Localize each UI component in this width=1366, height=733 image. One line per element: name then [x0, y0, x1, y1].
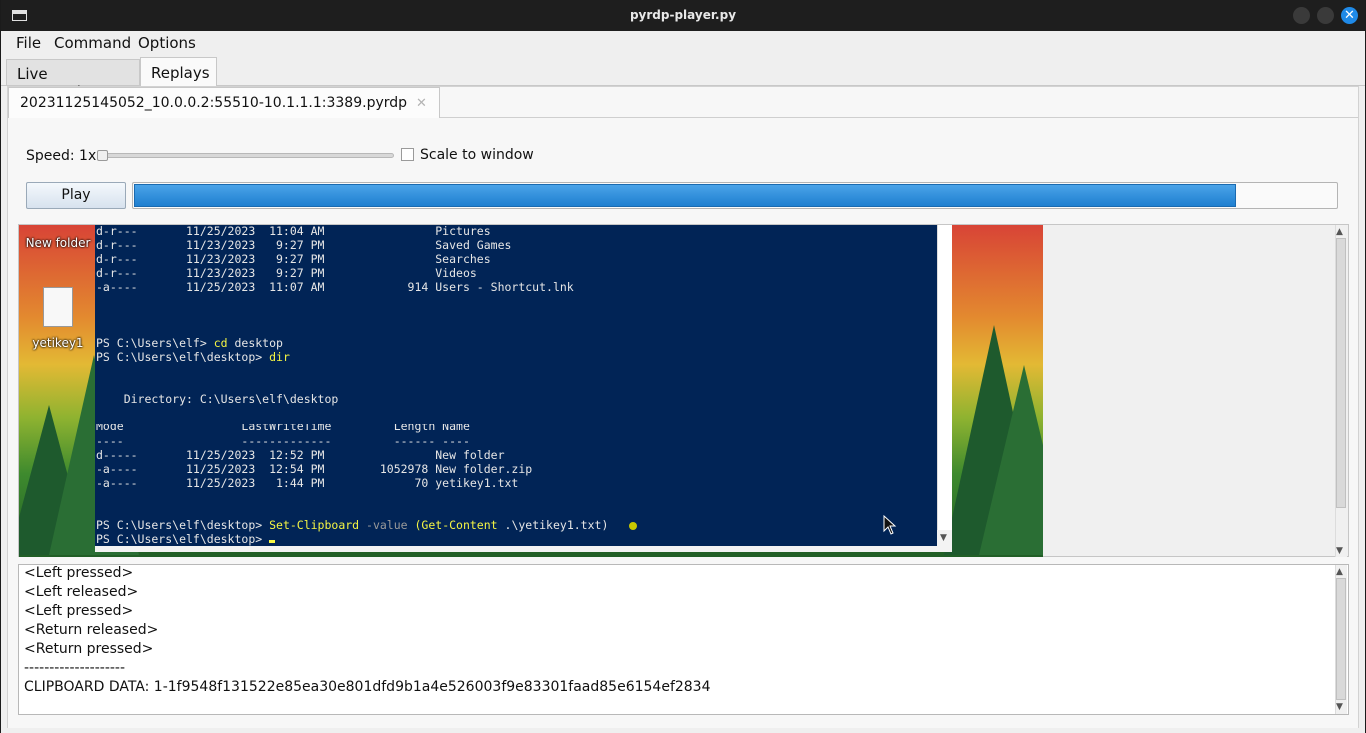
text-cursor — [269, 540, 276, 543]
replay-file-name: 20231125145052_10.0.0.2:55510-10.1.1.1:3… — [20, 95, 408, 111]
terminal-line: ---- ------------- ------ ---- — [96, 434, 470, 448]
replay-progress-fill — [134, 184, 1236, 207]
replay-progress-bar[interactable] — [132, 182, 1338, 209]
title-bar[interactable]: pyrdp-player.py ✕ — [1, 0, 1365, 31]
desktop-icon-label: yetikey1 — [32, 336, 84, 350]
terminal-line: Directory: C:\Users\elf\desktop — [96, 392, 339, 406]
arrow-up-icon[interactable]: ▲ — [1336, 227, 1343, 237]
log-line: <Left released> — [24, 584, 139, 600]
log-line: <Return pressed> — [24, 641, 154, 657]
terminal-line: d-r--- 11/23/2023 9:27 PM Saved Games — [96, 238, 512, 252]
desktop-icon-new-folder[interactable]: New folder — [23, 236, 93, 250]
arrow-down-icon[interactable]: ▼ — [1336, 546, 1343, 556]
mouse-pointer-icon — [883, 515, 897, 535]
main-tab-bar: Live connections Replays — [1, 54, 1365, 101]
viewer-scroll-thumb[interactable] — [1336, 238, 1346, 508]
desktop-icon-yetikey1[interactable]: yetikey1 — [23, 336, 93, 350]
scale-to-window-checkbox[interactable] — [401, 148, 414, 161]
arrow-up-icon[interactable]: ▲ — [1336, 567, 1343, 577]
terminal-line: d-r--- 11/25/2023 11:04 AM Pictures — [96, 225, 491, 238]
menu-file[interactable]: File — [16, 34, 41, 52]
text-file-icon — [43, 287, 73, 327]
terminal-line: -a---- 11/25/2023 1:44 PM 70 yetikey1.tx… — [96, 476, 519, 490]
close-button[interactable]: ✕ — [1341, 7, 1358, 24]
event-log[interactable]: <Left pressed> <Left released> <Left pre… — [18, 564, 1349, 715]
minimize-button[interactable] — [1293, 7, 1310, 24]
terminal-line: PS C:\Users\elf\desktop> Set-Clipboard -… — [96, 518, 638, 532]
terminal-line: PS C:\Users\elf\desktop> dir — [96, 350, 290, 364]
menu-command[interactable]: Command — [54, 34, 131, 52]
terminal-line: -a---- 11/25/2023 11:07 AM 914 Users - S… — [96, 280, 574, 294]
clipboard-data-line: CLIPBOARD DATA: 1-1f9548f131522e85ea30e8… — [24, 679, 711, 695]
speed-label: Speed: 1x — [26, 148, 97, 164]
tab-live-connections[interactable]: Live connections — [6, 59, 140, 101]
menu-bar: File Command Options — [1, 31, 1365, 54]
arrow-down-icon[interactable]: ▼ — [940, 533, 947, 543]
speed-slider-handle[interactable] — [97, 150, 108, 161]
log-scroll-thumb[interactable] — [1336, 578, 1346, 700]
speed-slider[interactable] — [98, 153, 394, 158]
cursor-highlight-icon — [629, 521, 638, 530]
log-separator: -------------------- — [24, 660, 126, 676]
play-button[interactable]: Play — [26, 182, 126, 209]
close-icon: ✕ — [1344, 8, 1355, 23]
terminal-line: PS C:\Users\elf\desktop> — [96, 532, 276, 546]
scale-to-window-label: Scale to window — [420, 147, 534, 163]
terminal-line: d-r--- 11/23/2023 9:27 PM Searches — [96, 252, 491, 266]
window-title: pyrdp-player.py — [629, 8, 737, 22]
terminal-line: -a---- 11/25/2023 12:54 PM 1052978 New f… — [96, 462, 533, 476]
arrow-down-icon[interactable]: ▼ — [1336, 702, 1343, 712]
terminal-scroll-thumb[interactable] — [937, 225, 952, 530]
tab-replay-file[interactable]: 20231125145052_10.0.0.2:55510-10.1.1.1:3… — [8, 87, 440, 118]
log-line: <Left pressed> — [24, 603, 134, 619]
maximize-button[interactable] — [1317, 7, 1334, 24]
log-line: <Return released> — [24, 622, 159, 638]
tab-replays[interactable]: Replays — [140, 57, 217, 86]
terminal-bottom-border — [95, 546, 952, 552]
terminal-line: Mode LastWriteTime Length Name — [96, 419, 470, 433]
desktop-icon-label: New folder — [25, 236, 91, 250]
powershell-terminal[interactable]: d-r--- 11/25/2023 11:04 AM Pictures d-r-… — [95, 225, 937, 546]
terminal-line: d----- 11/25/2023 12:52 PM New folder — [96, 448, 505, 462]
terminal-line: PS C:\Users\elf> cd desktop — [96, 336, 283, 350]
tree-decoration — [979, 365, 1043, 555]
terminal-line: d-r--- 11/23/2023 9:27 PM Videos — [96, 266, 477, 280]
log-line: <Left pressed> — [24, 565, 134, 581]
close-tab-icon[interactable]: ✕ — [416, 96, 427, 111]
menu-options[interactable]: Options — [138, 34, 196, 52]
